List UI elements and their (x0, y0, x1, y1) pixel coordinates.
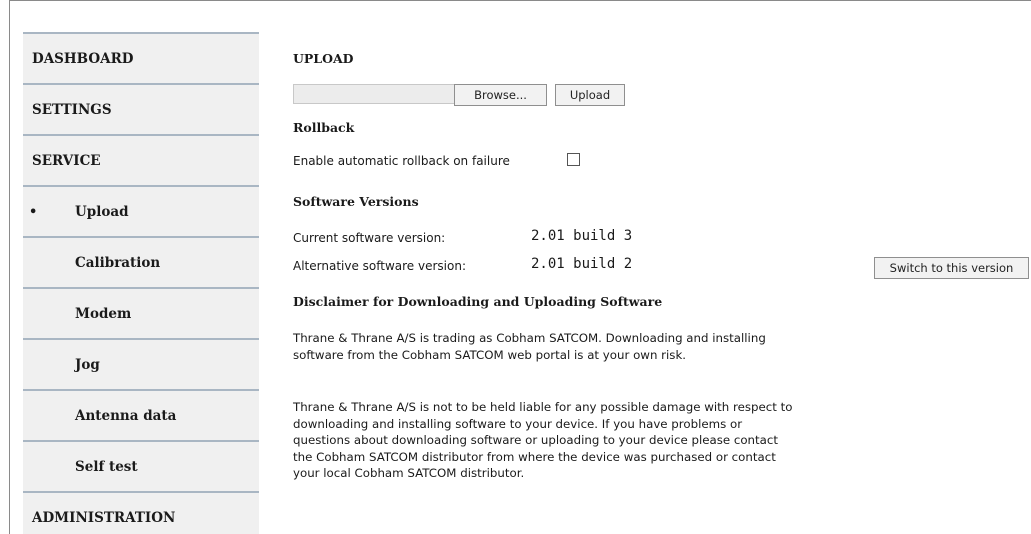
current-version-label: Current software version: (293, 231, 446, 245)
active-bullet-icon: • (29, 205, 38, 220)
sidebar-item-label: Modem (75, 306, 132, 322)
sidebar-item-label: SERVICE (32, 153, 101, 169)
browse-button[interactable]: Browse... (454, 84, 547, 106)
disclaimer-paragraph-1: Thrane & Thrane A/S is trading as Cobham… (293, 331, 766, 362)
sidebar-item-administration[interactable]: ADMINISTRATION (23, 491, 259, 534)
rollback-heading: Rollback (293, 120, 355, 135)
sidebar-item-antenna-data[interactable]: Antenna data (23, 389, 259, 440)
software-versions-heading: Software Versions (293, 194, 419, 209)
sidebar-item-service[interactable]: SERVICE (23, 134, 259, 185)
rollback-checkbox[interactable] (567, 153, 580, 166)
file-path-field[interactable] (293, 84, 454, 104)
sidebar-item-calibration[interactable]: Calibration (23, 236, 259, 287)
sidebar-item-label: Calibration (75, 255, 161, 271)
sidebar-item-label: DASHBOARD (32, 51, 134, 67)
disclaimer-heading: Disclaimer for Downloading and Uploading… (293, 294, 663, 309)
alternative-version-value: 2.01 build 2 (531, 256, 633, 272)
sidebar-item-dashboard[interactable]: DASHBOARD (23, 32, 259, 83)
current-version-value: 2.01 build 3 (531, 228, 633, 244)
sidebar-item-settings[interactable]: SETTINGS (23, 83, 259, 134)
sidebar-item-self-test[interactable]: Self test (23, 440, 259, 491)
rollback-checkbox-label: Enable automatic rollback on failure (293, 154, 510, 168)
sidebar-item-label: ADMINISTRATION (32, 510, 176, 526)
sidebar-item-label: SETTINGS (32, 102, 112, 118)
sidebar-nav: DASHBOARD SETTINGS SERVICE • Upload Cali… (23, 32, 259, 534)
alternative-version-label: Alternative software version: (293, 259, 466, 273)
sidebar-item-jog[interactable]: Jog (23, 338, 259, 389)
sidebar-item-label: Self test (75, 459, 138, 475)
sidebar-item-label: Upload (75, 204, 129, 220)
disclaimer-paragraph-2: Thrane & Thrane A/S is not to be held li… (293, 400, 793, 480)
upload-heading: UPLOAD (293, 51, 354, 66)
sidebar-item-modem[interactable]: Modem (23, 287, 259, 338)
sidebar-item-label: Antenna data (75, 408, 177, 424)
main-content: UPLOAD Browse... Upload Rollback Enable … (289, 0, 1031, 534)
upload-button[interactable]: Upload (555, 84, 625, 106)
switch-version-button[interactable]: Switch to this version (874, 257, 1029, 279)
sidebar-item-upload[interactable]: • Upload (23, 185, 259, 236)
sidebar-item-label: Jog (75, 357, 100, 373)
